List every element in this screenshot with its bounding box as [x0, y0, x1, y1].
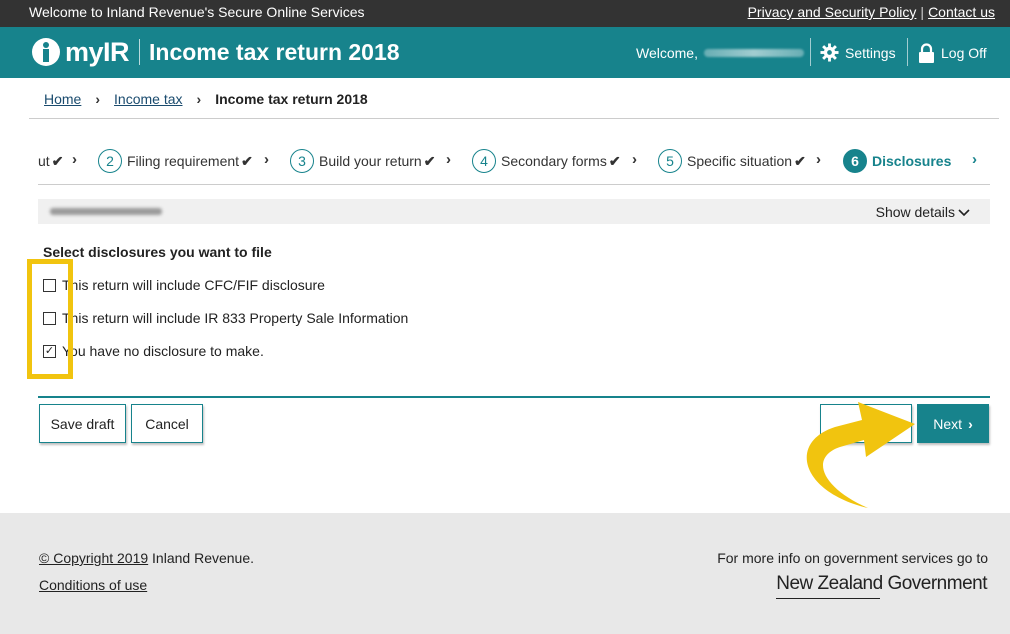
chevron-right-icon: › — [968, 415, 973, 432]
privacy-link[interactable]: Privacy and Security Policy — [748, 4, 917, 20]
back-button[interactable] — [820, 404, 912, 443]
top-bar: Welcome to Inland Revenue's Secure Onlin… — [0, 0, 1010, 27]
settings-label: Settings — [845, 44, 896, 61]
welcome-label: Welcome, — [636, 45, 698, 61]
step-number: 6 — [843, 149, 867, 173]
chevron-right-icon: › — [816, 151, 821, 168]
show-details-toggle[interactable]: Show details — [876, 204, 970, 220]
checkbox-label: This return will include IR 833 Property… — [62, 310, 409, 326]
next-button[interactable]: Next › — [917, 404, 989, 443]
account-summary-bar: Show details — [38, 199, 990, 224]
nz-government-text: New Zealand Government — [776, 573, 987, 594]
check-icon: ✔ — [608, 152, 621, 169]
lock-icon — [919, 43, 934, 63]
settings-button[interactable]: Settings — [820, 43, 896, 62]
header-separator — [810, 38, 811, 66]
disclosure-option-cfc-fif[interactable]: This return will include CFC/FIF disclos… — [43, 276, 325, 294]
welcome-banner: Welcome to Inland Revenue's Secure Onlin… — [29, 4, 365, 20]
next-label: Next — [933, 415, 963, 432]
link-separator: | — [920, 4, 925, 20]
logoff-button[interactable]: Log Off — [918, 43, 987, 63]
divider — [29, 118, 999, 119]
step-label: ut — [38, 153, 50, 169]
breadcrumb: Home › Income tax › Income tax return 20… — [44, 91, 368, 107]
step-label: Build your return — [319, 153, 422, 169]
copyright-text: Inland Revenue. — [148, 550, 255, 566]
step-4[interactable]: 4 Secondary forms ✔ — [472, 148, 621, 174]
step-label: Filing requirement — [127, 153, 240, 169]
step-number: 2 — [98, 149, 122, 173]
check-icon: ✔ — [423, 152, 436, 169]
step-number: 5 — [658, 149, 682, 173]
breadcrumb-current: Income tax return 2018 — [215, 91, 368, 107]
breadcrumb-home[interactable]: Home — [44, 91, 81, 107]
chevron-right-icon: › — [632, 151, 637, 168]
step-label: Specific situation — [687, 153, 793, 169]
copyright: © Copyright 2019 Inland Revenue. — [39, 550, 254, 566]
chevron-right-icon: › — [95, 91, 101, 107]
more-info-text: For more info on government services go … — [717, 550, 988, 566]
chevron-right-icon: › — [196, 91, 202, 107]
disclosure-option-none[interactable]: ✓ You have no disclosure to make. — [43, 342, 264, 360]
check-icon: ✔ — [794, 152, 806, 169]
myir-logo[interactable]: myIR — [31, 35, 130, 69]
step-number: 3 — [290, 149, 314, 173]
divider — [38, 184, 990, 185]
step-2[interactable]: 2 Filing requirement ✔ — [98, 148, 253, 174]
chevron-right-icon: › — [264, 151, 269, 168]
info-person-icon — [32, 38, 60, 66]
step-3[interactable]: 3 Build your return ✔ — [290, 148, 435, 174]
logoff-label: Log Off — [941, 45, 987, 61]
breadcrumb-income-tax[interactable]: Income tax — [114, 91, 182, 107]
conditions-of-use-link[interactable]: Conditions of use — [39, 577, 147, 593]
chevron-right-icon: › — [72, 151, 77, 168]
cancel-button[interactable]: Cancel — [131, 404, 203, 443]
site-footer: © Copyright 2019 Inland Revenue. Conditi… — [0, 513, 1010, 634]
check-icon: ✔ — [241, 152, 253, 169]
site-header: myIR Income tax return 2018 Welcome, Set… — [0, 27, 1010, 78]
nz-government-logo[interactable]: New Zealand Government — [776, 573, 987, 599]
step-1[interactable]: ut ✔ — [38, 148, 63, 174]
header-separator — [907, 38, 908, 66]
redacted-account-info — [50, 208, 162, 215]
page-title: Income tax return 2018 — [149, 39, 400, 65]
disclosures-heading: Select disclosures you want to file — [43, 244, 272, 260]
copyright-link[interactable]: © Copyright 2019 — [39, 550, 148, 566]
header-divider — [139, 39, 140, 65]
step-label: Disclosures — [872, 153, 952, 169]
chevron-right-icon: › — [446, 151, 451, 168]
show-details-label: Show details — [875, 204, 955, 220]
top-links: Privacy and Security Policy | Contact us — [748, 4, 995, 20]
annotation-highlight-box — [27, 259, 73, 379]
disclosure-option-ir833[interactable]: This return will include IR 833 Property… — [43, 309, 408, 327]
progress-steps: ut ✔ › 2 Filing requirement ✔ › 3 Build yo… — [38, 148, 990, 174]
contact-link[interactable]: Contact us — [928, 4, 995, 20]
step-5[interactable]: 5 Specific situation ✔ — [658, 148, 806, 174]
step-label: Secondary forms — [501, 153, 607, 169]
logo-text: myIR — [65, 36, 130, 67]
welcome-user: Welcome, — [636, 45, 804, 61]
checkbox-label: You have no disclosure to make. — [62, 343, 264, 359]
logo-underline — [776, 598, 881, 599]
step-number: 4 — [472, 149, 496, 173]
chevron-down-icon — [958, 209, 970, 217]
gear-icon — [820, 43, 839, 62]
save-draft-button[interactable]: Save draft — [39, 404, 126, 443]
chevron-right-icon[interactable]: › — [972, 151, 977, 168]
actions-divider — [38, 396, 990, 398]
check-icon: ✔ — [51, 152, 64, 169]
step-6-active[interactable]: 6 Disclosures — [843, 148, 951, 174]
checkbox-label: This return will include CFC/FIF disclos… — [62, 277, 325, 293]
redacted-username — [703, 49, 804, 57]
